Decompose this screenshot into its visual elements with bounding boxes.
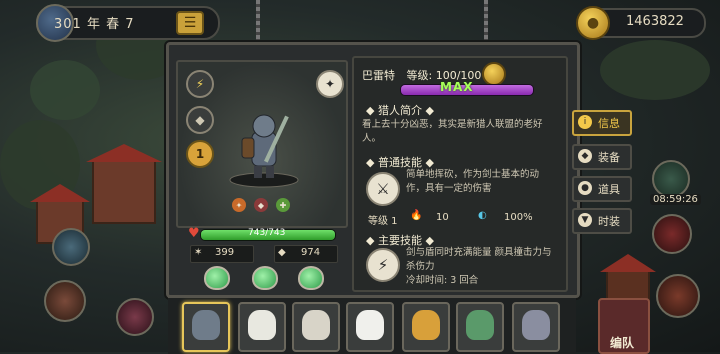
potion-slot-1[interactable] <box>204 266 230 290</box>
menu-icon: ☰ <box>183 15 197 31</box>
hero-name: 巴雷特 <box>362 69 395 82</box>
potion-slot-2[interactable] <box>252 266 278 290</box>
element-icon-shield: ◆ <box>254 198 268 212</box>
adventure-icon[interactable] <box>52 228 90 266</box>
shop-icon[interactable] <box>116 298 154 336</box>
guild-icon[interactable] <box>44 280 86 322</box>
armor-icon: ◆ <box>578 149 592 163</box>
skill-level: 等级 1 <box>368 216 398 227</box>
menu-button[interactable]: ☰ <box>176 11 204 35</box>
coin-count: 1463822 <box>626 14 684 29</box>
attack-icon: ✶ <box>194 247 203 258</box>
map-icon[interactable] <box>656 274 700 318</box>
main-skill-cooldown: 冷却时间: 3 回合 <box>406 275 479 286</box>
normal-skill-stats: 等级 1 🔥 10 ◐ 100% <box>362 210 558 228</box>
hp-label: 743/743 <box>248 228 286 238</box>
hero-slot[interactable] <box>402 302 450 352</box>
hero-slot-portrait <box>192 310 220 340</box>
background-tree <box>30 60 100 120</box>
xp-max-label: MAX <box>440 80 474 94</box>
info-icon: i <box>578 115 592 129</box>
date-label: 301 年 春 7 <box>54 17 135 32</box>
normal-skill-sword-icon[interactable]: ⚔ <box>366 172 400 206</box>
background-house <box>86 144 162 224</box>
hero-slot-portrait <box>412 310 440 340</box>
hero-slot[interactable] <box>292 302 340 352</box>
hero-slot[interactable] <box>238 302 286 352</box>
team-formation-label: 编队 <box>610 336 635 350</box>
element-icon-fire: ✦ <box>232 198 246 212</box>
intro-text: 看上去十分凶恶，其实是新猎人联盟的老好人。 <box>362 119 543 144</box>
hero-slot-portrait <box>302 310 330 340</box>
event-timer: 08:59:26 <box>650 194 701 205</box>
max-level-icon <box>482 62 506 86</box>
hero-slot[interactable] <box>182 302 230 352</box>
attack-value: 399 <box>215 247 235 258</box>
background-tree <box>600 40 710 100</box>
coin-icon: ● <box>576 6 610 40</box>
main-skill-icon[interactable]: ⚡ <box>366 248 400 282</box>
element-icon-leaf: ✚ <box>276 198 290 212</box>
fire-damage-value: 10 <box>436 212 449 223</box>
wave-icon: ◐ <box>478 210 487 221</box>
tab-info[interactable]: i 信息 <box>572 110 632 136</box>
shirt-icon: ▼ <box>578 213 592 227</box>
tab-costume[interactable]: ▼ 时装 <box>572 208 632 234</box>
fire-damage-icon: 🔥 <box>410 210 423 221</box>
main-skill-text: 剑与盾同时充满能量 颜具撞击力与杀伤力 <box>406 247 552 272</box>
hp-heart-icon: ♥ <box>188 226 200 241</box>
element-badge-icon: ◆ <box>186 106 214 134</box>
class-badge-icon: ⚡ <box>186 70 214 98</box>
defense-value: 974 <box>301 247 321 258</box>
defense-stat: ◆ 974 <box>274 245 338 263</box>
hero-slot-portrait <box>248 310 276 340</box>
rabbit-pet-icon[interactable]: ✦ <box>316 70 344 98</box>
hero-slot[interactable] <box>512 302 560 352</box>
potion-icon: ● <box>578 181 592 195</box>
hero-figure <box>229 114 299 188</box>
hanging-chain <box>256 0 260 42</box>
hero-slot[interactable] <box>346 302 394 352</box>
hero-slot-portrait <box>466 310 494 340</box>
potion-slot-3[interactable] <box>298 266 324 290</box>
tab-equipment[interactable]: ◆ 装备 <box>572 144 632 170</box>
hero-slot-portrait <box>522 310 550 340</box>
tab-items[interactable]: ● 道具 <box>572 176 632 202</box>
attack-stat: ✶ 399 <box>190 245 254 263</box>
hero-slot-portrait <box>356 310 384 340</box>
hero-slot[interactable] <box>456 302 504 352</box>
battle-icon[interactable] <box>652 214 692 254</box>
normal-skill-text: 简单地挥砍，作为剑士基本的动作，具有一定的伤害 <box>406 169 540 194</box>
event-dragon-icon[interactable] <box>652 160 690 198</box>
hanging-chain <box>484 0 488 42</box>
accuracy-value: 100% <box>504 212 533 223</box>
defense-icon: ◆ <box>278 247 286 258</box>
intro-title: ◆ 猎人简介 ◆ <box>366 104 434 117</box>
rank-badge: 1 <box>186 140 214 168</box>
